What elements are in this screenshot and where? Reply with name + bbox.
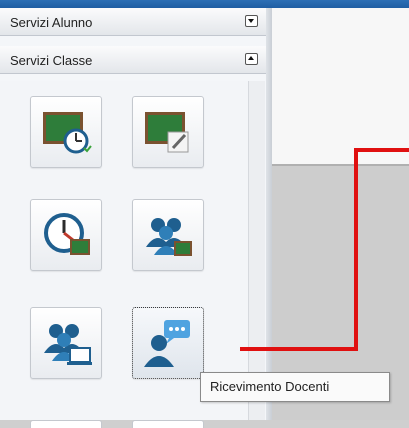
chalkboard-clock-icon: [43, 112, 92, 154]
sidebar-scrollbar[interactable]: [248, 81, 265, 420]
group-chalkboard-icon: [146, 218, 192, 256]
accordion-servizi-classe[interactable]: Servizi Classe: [0, 46, 266, 74]
group-computer-icon: [44, 324, 92, 365]
top-bar: [0, 0, 409, 8]
expand-icon[interactable]: [245, 15, 258, 27]
annotation-line: [240, 347, 358, 351]
accordion-servizi-classe-label: Servizi Classe: [10, 53, 93, 68]
clock-chalkboard-icon: [44, 213, 90, 255]
accordion-servizi-alunno[interactable]: Servizi Alunno: [0, 8, 266, 36]
collapse-icon[interactable]: [245, 53, 258, 65]
services-sidebar: Servizi Alunno Servizi Classe: [0, 8, 267, 428]
accordion-servizi-alunno-label: Servizi Alunno: [10, 15, 93, 30]
tile-partial: [132, 420, 204, 428]
tile-group-chalkboard[interactable]: [132, 199, 204, 271]
tile-chalkboard-clock[interactable]: [30, 96, 102, 168]
annotation-line: [354, 148, 358, 351]
tooltip: Ricevimento Docenti: [200, 372, 390, 402]
tile-ricevimento-docenti[interactable]: [132, 307, 204, 379]
tile-clock-chalkboard[interactable]: [30, 199, 102, 271]
person-chat-icon: [144, 320, 190, 367]
content-pane-top: [272, 8, 409, 164]
annotation-line: [354, 148, 409, 152]
chalkboard-edit-icon: [145, 112, 189, 153]
tile-partial: [30, 420, 102, 428]
tile-group-computer[interactable]: [30, 307, 102, 379]
class-services-grid: [0, 81, 265, 420]
tile-chalkboard-edit[interactable]: [132, 96, 204, 168]
